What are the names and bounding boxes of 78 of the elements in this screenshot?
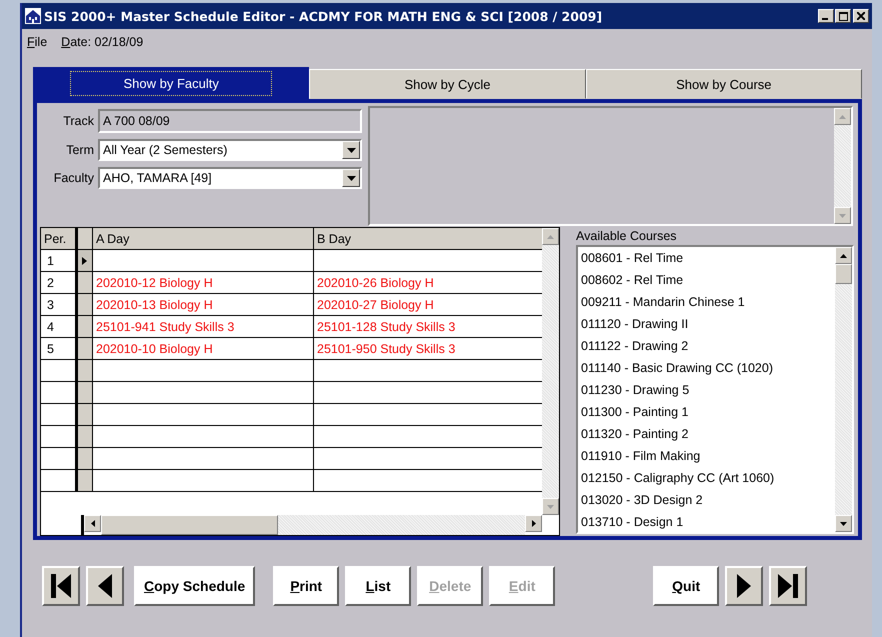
skip-last-icon — [777, 574, 800, 598]
table-cell[interactable]: 202010-26 Biology H — [317, 276, 434, 290]
next-icon — [736, 574, 752, 598]
row-selector[interactable] — [78, 294, 93, 315]
dropdown-field[interactable]: All Year (2 Semesters) — [98, 139, 362, 161]
tab[interactable]: Show by Faculty — [33, 67, 310, 99]
next-record-button[interactable] — [725, 566, 764, 606]
table-cell[interactable]: 25101-941 Study Skills 3 — [96, 320, 234, 334]
previous-record-button[interactable] — [86, 566, 124, 606]
right-arrow-icon — [532, 520, 536, 527]
scroll-thumb[interactable] — [101, 515, 278, 535]
previous-icon — [97, 574, 113, 598]
quit-button[interactable]: Quit — [653, 566, 720, 606]
track-field: A 700 08/09 — [98, 109, 362, 133]
list-item[interactable]: 008602 - Rel Time — [581, 269, 835, 291]
left-arrow-icon — [90, 520, 94, 527]
copy-schedule-button[interactable]: Copy Schedule — [134, 566, 256, 606]
last-record-button[interactable] — [769, 566, 808, 606]
list-item[interactable]: 011122 - Drawing 2 — [581, 335, 835, 357]
scrollbar[interactable] — [835, 247, 852, 532]
field-label: Track — [62, 114, 94, 128]
down-arrow-icon — [547, 504, 554, 508]
close-button[interactable] — [853, 9, 869, 23]
maximize-icon — [838, 12, 848, 20]
table-cell[interactable]: 202010-10 Biology H — [96, 342, 213, 356]
row-selector[interactable] — [78, 316, 93, 337]
down-arrow-icon — [839, 214, 846, 218]
up-arrow-icon — [840, 254, 847, 258]
skip-first-icon — [50, 574, 72, 598]
table-cell[interactable]: 202010-12 Biology H — [96, 276, 213, 290]
dropdown-button[interactable] — [342, 169, 360, 187]
list-item[interactable]: 011120 - Drawing II — [581, 313, 835, 335]
scrollbar[interactable] — [542, 228, 559, 515]
current-row-icon — [82, 256, 87, 264]
scroll-thumb[interactable] — [835, 264, 852, 284]
list-item[interactable]: 012150 - Caligraphy CC (Art 1060) — [581, 467, 835, 489]
maximize-button[interactable] — [835, 9, 851, 23]
column-header: A Day — [93, 228, 314, 249]
tab[interactable]: Show by Course — [586, 69, 862, 99]
row-selector[interactable] — [78, 250, 93, 271]
down-arrow-icon — [840, 522, 847, 526]
close-icon — [857, 12, 865, 20]
table-cell[interactable]: 202010-27 Biology H — [317, 298, 434, 312]
tab[interactable]: Show by Cycle — [309, 69, 586, 99]
list-button[interactable]: List — [345, 566, 412, 606]
first-record-button[interactable] — [42, 566, 80, 606]
table-cell[interactable]: 25101-950 Study Skills 3 — [317, 342, 456, 356]
list-item[interactable]: 011320 - Painting 2 — [581, 423, 835, 445]
field-label: Term — [65, 143, 94, 157]
list-item[interactable]: 013710 - Design 1 — [581, 511, 835, 532]
scrollbar[interactable] — [834, 108, 851, 224]
table-cell[interactable]: 202010-13 Biology H — [96, 298, 213, 312]
dropdown-field[interactable]: AHO, TAMARA [49] — [98, 167, 362, 189]
list-item[interactable]: 013020 - 3D Design 2 — [581, 489, 835, 511]
row-selector[interactable] — [78, 338, 93, 359]
menu-item[interactable]: File — [27, 35, 48, 49]
list-item[interactable]: 011140 - Basic Drawing CC (1020) — [581, 357, 835, 379]
list-item[interactable]: 009211 - Mandarin Chinese 1 — [581, 291, 835, 313]
print-button[interactable]: Print — [273, 566, 340, 606]
caret-icon — [346, 148, 356, 152]
row-selector[interactable] — [78, 272, 93, 293]
list-label: Available Courses — [576, 228, 678, 245]
field-label: Faculty — [52, 171, 94, 185]
window-title: SIS 2000+ Master Schedule Editor - ACDMY FOR MATH ENG & SCI [2008 / 2009] — [44, 8, 602, 24]
up-arrow-icon — [547, 234, 554, 238]
app-icon — [25, 8, 41, 24]
list-item[interactable]: 008601 - Rel Time — [581, 247, 835, 269]
menu-item[interactable]: Date: 02/18/09 — [61, 35, 144, 49]
list-item[interactable]: 011300 - Painting 1 — [581, 401, 835, 423]
scrollbar[interactable] — [84, 515, 542, 535]
dropdown-button[interactable] — [342, 141, 360, 159]
up-arrow-icon — [839, 114, 846, 118]
list-item[interactable]: 011230 - Drawing 5 — [581, 379, 835, 401]
minimize-button[interactable] — [818, 9, 834, 23]
column-header: B Day — [316, 230, 352, 248]
list-item[interactable]: 011910 - Film Making — [581, 445, 835, 467]
caret-icon — [346, 176, 356, 180]
table-cell[interactable]: 25101-128 Study Skills 3 — [317, 320, 456, 334]
